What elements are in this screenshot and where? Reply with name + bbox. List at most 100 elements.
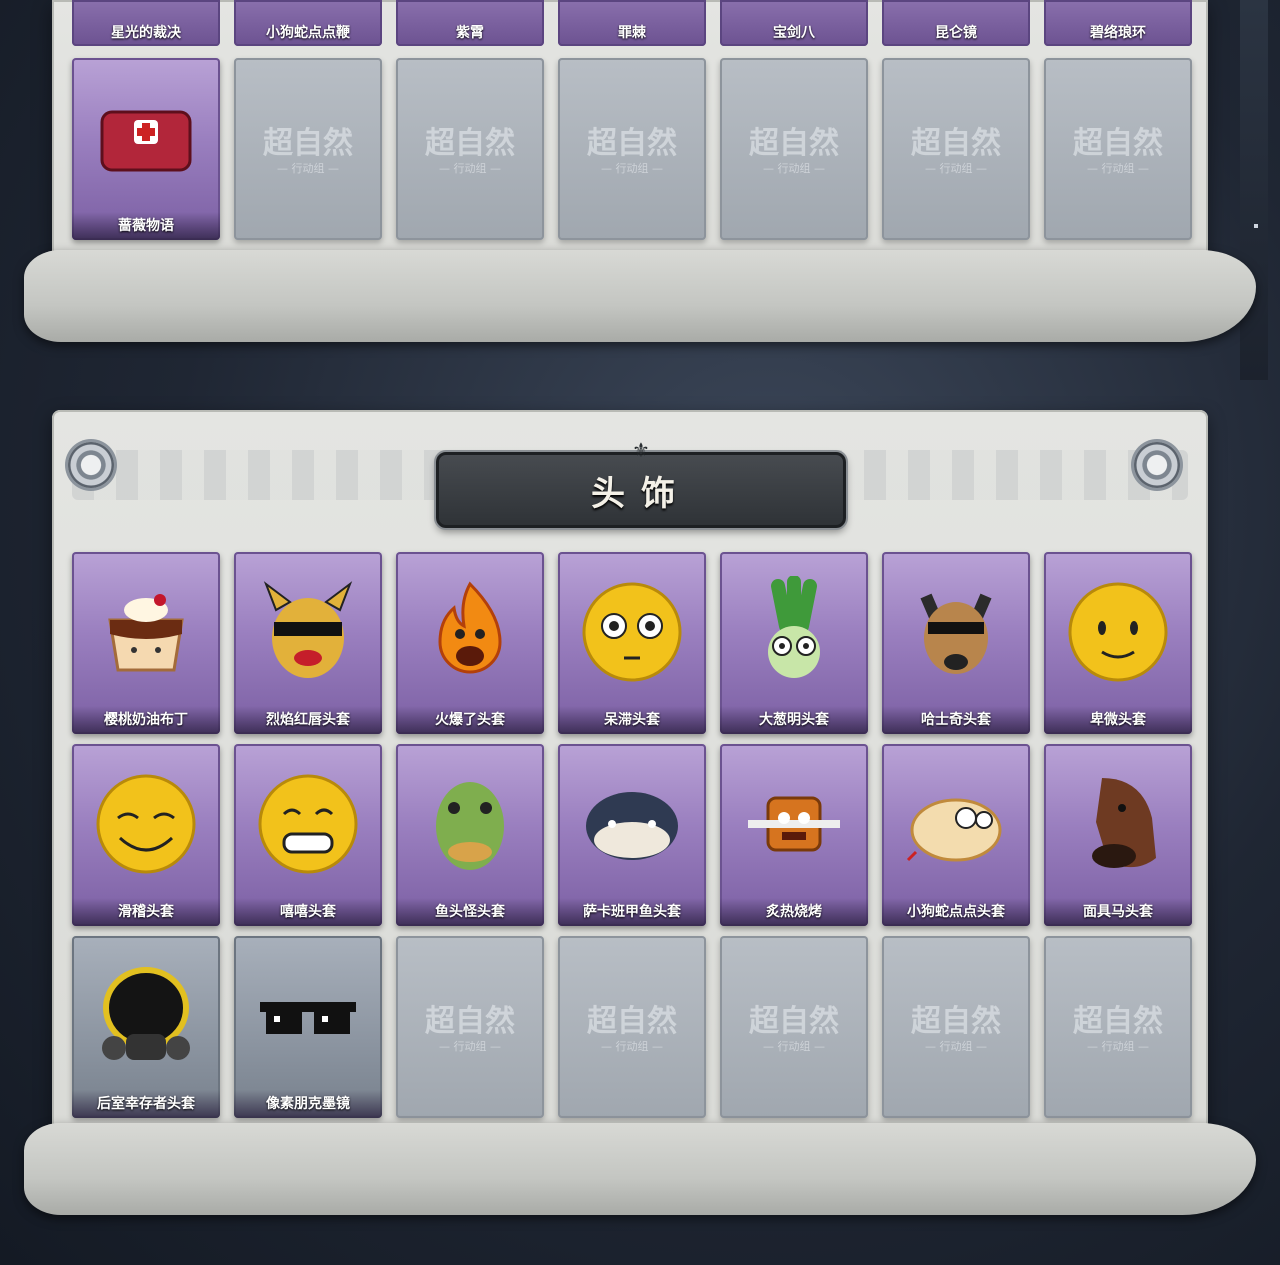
watermark-subtitle: — 行动组 — <box>925 1040 987 1053</box>
item-label: 碧络琅环 <box>1090 25 1146 41</box>
first-aid-bag-icon <box>82 68 210 208</box>
bbq-icon <box>730 754 858 894</box>
watermark-subtitle: — 行动组 — <box>1087 1040 1149 1053</box>
item-label: 蔷薇物语 <box>72 212 220 240</box>
item-card[interactable]: 星光的裁决 <box>72 0 220 46</box>
item-card[interactable]: 罪棘 <box>558 0 706 46</box>
item-label: 罪棘 <box>618 25 646 41</box>
item-card[interactable]: 宝剑八 <box>720 0 868 46</box>
watermark-logo: 超自然 <box>749 126 839 161</box>
headwear-item-card[interactable]: 小狗蛇点点头套 <box>882 744 1030 926</box>
section-title: 头饰 <box>591 473 691 514</box>
crest-icon: ⚜ <box>632 438 650 462</box>
background-dot <box>1254 224 1258 228</box>
section-title-plate: ⚜ 头饰 <box>436 439 846 528</box>
pixel-sunglasses-icon <box>244 946 372 1086</box>
item-label: 大葱明头套 <box>720 706 868 734</box>
watermark-subtitle: — 行动组 — <box>601 162 663 175</box>
headwear-item-card[interactable]: 萨卡班甲鱼头套 <box>558 744 706 926</box>
watermark-logo: 超自然 <box>425 1004 515 1039</box>
watermark-logo: 超自然 <box>911 1004 1001 1039</box>
top-scroll-edge <box>24 250 1256 342</box>
humble-emoji-icon <box>1054 562 1182 702</box>
empty-slot-card: 超自然 — 行动组 — <box>396 58 544 240</box>
item-label: 像素朋克墨镜 <box>234 1090 382 1118</box>
watermark-logo: 超自然 <box>749 1004 839 1039</box>
item-label: 烈焰红唇头套 <box>234 706 382 734</box>
empty-slot-card: 超自然 — 行动组 — <box>1044 936 1192 1118</box>
headwear-item-card[interactable]: 像素朋克墨镜 <box>234 936 382 1118</box>
sacabambaspis-icon <box>568 754 696 894</box>
item-label: 炙热烧烤 <box>720 898 868 926</box>
empty-slot-card: 超自然 — 行动组 — <box>882 936 1030 1118</box>
flame-face-icon <box>406 562 534 702</box>
empty-slot-card: 超自然 — 行动组 — <box>396 936 544 1118</box>
item-label: 鱼头怪头套 <box>396 898 544 926</box>
headwear-item-card[interactable]: 面具马头套 <box>1044 744 1192 926</box>
headwear-item-card[interactable]: 嘻嘻头套 <box>234 744 382 926</box>
watermark-subtitle: — 行动组 — <box>763 162 825 175</box>
headwear-item-card[interactable]: 大葱明头套 <box>720 552 868 734</box>
empty-slot-card: 超自然 — 行动组 — <box>720 936 868 1118</box>
watermark-subtitle: — 行动组 — <box>277 162 339 175</box>
item-label: 面具马头套 <box>1044 898 1192 926</box>
item-label: 昆仑镜 <box>935 25 977 41</box>
item-card[interactable]: 昆仑镜 <box>882 0 1030 46</box>
headwear-item-card[interactable]: 火爆了头套 <box>396 552 544 734</box>
item-card[interactable]: 碧络琅环 <box>1044 0 1192 46</box>
dazed-emoji-icon <box>568 562 696 702</box>
funny-emoji-icon <box>82 754 210 894</box>
item-label: 滑稽头套 <box>72 898 220 926</box>
headwear-item-card[interactable]: 烈焰红唇头套 <box>234 552 382 734</box>
watermark-subtitle: — 行动组 — <box>439 1040 501 1053</box>
watermark-logo: 超自然 <box>587 126 677 161</box>
grin-emoji-icon <box>244 754 372 894</box>
item-label: 卑微头套 <box>1044 706 1192 734</box>
bottom-scroll-edge <box>24 1123 1256 1215</box>
headwear-item-card[interactable]: 滑稽头套 <box>72 744 220 926</box>
item-label: 星光的裁决 <box>111 25 181 41</box>
watermark-logo: 超自然 <box>263 126 353 161</box>
empty-slot-card: 超自然 — 行动组 — <box>1044 58 1192 240</box>
item-card[interactable]: 紫霄 <box>396 0 544 46</box>
empty-slot-card: 超自然 — 行动组 — <box>882 58 1030 240</box>
item-label: 小狗蛇点点鞭 <box>266 25 350 41</box>
pikachu-mask-icon <box>244 562 372 702</box>
item-label: 嘻嘻头套 <box>234 898 382 926</box>
watermark-logo: 超自然 <box>911 126 1001 161</box>
medallion-icon <box>68 442 114 488</box>
watermark-logo: 超自然 <box>587 1004 677 1039</box>
headwear-item-card[interactable]: 樱桃奶油布丁 <box>72 552 220 734</box>
empty-slot-card: 超自然 — 行动组 — <box>558 936 706 1118</box>
pudding-icon <box>82 562 210 702</box>
headwear-item-card[interactable]: 哈士奇头套 <box>882 552 1030 734</box>
item-label: 呆滞头套 <box>558 706 706 734</box>
husky-icon <box>892 562 1020 702</box>
item-label: 萨卡班甲鱼头套 <box>558 898 706 926</box>
empty-slot-card: 超自然 — 行动组 — <box>234 58 382 240</box>
item-label: 樱桃奶油布丁 <box>72 706 220 734</box>
background-edge <box>1240 0 1268 380</box>
watermark-subtitle: — 行动组 — <box>601 1040 663 1053</box>
headwear-item-card[interactable]: 后室幸存者头套 <box>72 936 220 1118</box>
item-label: 紫霄 <box>456 25 484 41</box>
item-label: 哈士奇头套 <box>882 706 1030 734</box>
horse-mask-icon <box>1054 754 1182 894</box>
empty-slot-card: 超自然 — 行动组 — <box>720 58 868 240</box>
watermark-logo: 超自然 <box>425 126 515 161</box>
watermark-subtitle: — 行动组 — <box>439 162 501 175</box>
headwear-item-card[interactable]: 炙热烧烤 <box>720 744 868 926</box>
medallion-icon <box>1134 442 1180 488</box>
headwear-item-card[interactable]: 鱼头怪头套 <box>396 744 544 926</box>
watermark-logo: 超自然 <box>1073 126 1163 161</box>
scallion-icon <box>730 562 858 702</box>
item-card[interactable]: 小狗蛇点点鞭 <box>234 0 382 46</box>
item-card[interactable]: 蔷薇物语 <box>72 58 220 240</box>
headwear-item-card[interactable]: 卑微头套 <box>1044 552 1192 734</box>
headwear-item-card[interactable]: 呆滞头套 <box>558 552 706 734</box>
gas-mask-helmet-icon <box>82 946 210 1086</box>
watermark-subtitle: — 行动组 — <box>925 162 987 175</box>
watermark-logo: 超自然 <box>1073 1004 1163 1039</box>
item-label: 宝剑八 <box>773 25 815 41</box>
dog-snake-icon <box>892 754 1020 894</box>
